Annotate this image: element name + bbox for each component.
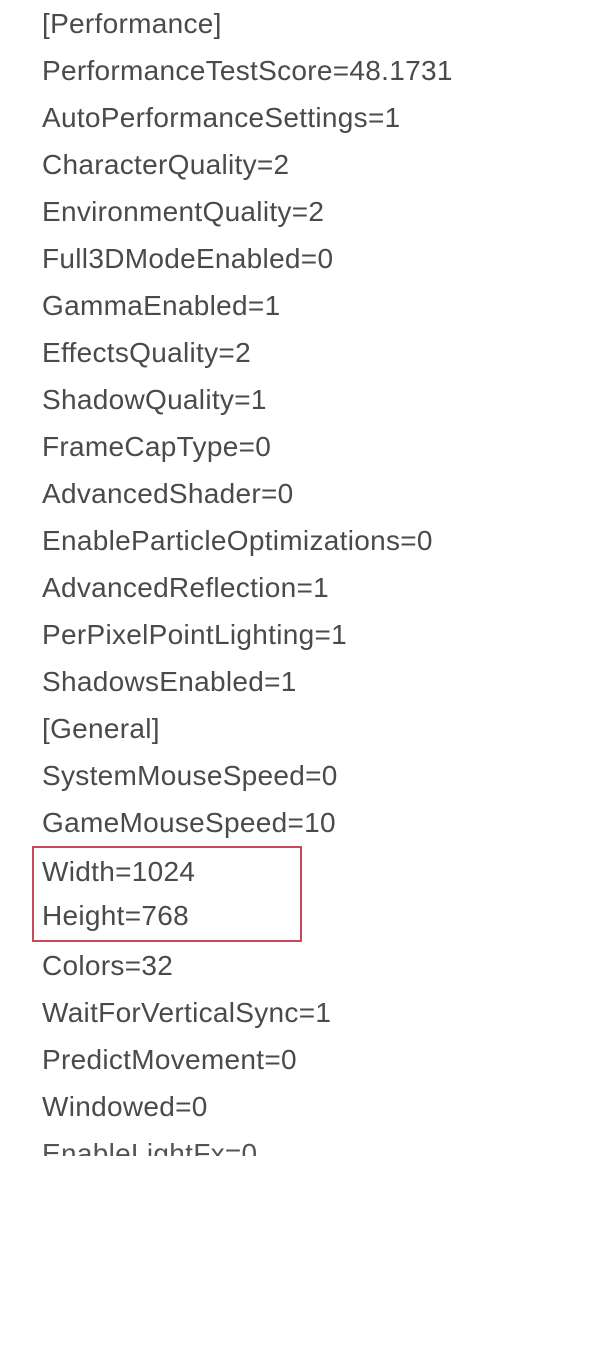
- config-line: Colors=32: [42, 942, 600, 989]
- config-line: WaitForVerticalSync=1: [42, 989, 600, 1036]
- config-line: AutoPerformanceSettings=1: [42, 94, 600, 141]
- config-line: AdvancedReflection=1: [42, 564, 600, 611]
- config-line: Windowed=0: [42, 1083, 600, 1130]
- config-line: Full3DModeEnabled=0: [42, 235, 600, 282]
- config-line: GameMouseSpeed=10: [42, 799, 600, 846]
- config-line: CharacterQuality=2: [42, 141, 600, 188]
- highlight-annotation: Width=1024 Height=768: [32, 846, 302, 942]
- config-line: PerPixelPointLighting=1: [42, 611, 600, 658]
- config-file-content: [Performance] PerformanceTestScore=48.17…: [0, 0, 600, 1156]
- config-line: PerformanceTestScore=48.1731: [42, 47, 600, 94]
- config-line: EnableParticleOptimizations=0: [42, 517, 600, 564]
- config-line-highlighted: Width=1024: [42, 850, 300, 894]
- config-line: FrameCapType=0: [42, 423, 600, 470]
- config-line: PredictMovement=0: [42, 1036, 600, 1083]
- config-line: ShadowQuality=1: [42, 376, 600, 423]
- config-line-highlighted: Height=768: [42, 894, 300, 938]
- config-line: SystemMouseSpeed=0: [42, 752, 600, 799]
- config-line: [Performance]: [42, 0, 600, 47]
- config-line: [General]: [42, 705, 600, 752]
- config-line: EffectsQuality=2: [42, 329, 600, 376]
- config-line: GammaEnabled=1: [42, 282, 600, 329]
- config-line: ShadowsEnabled=1: [42, 658, 600, 705]
- config-line: AdvancedShader=0: [42, 470, 600, 517]
- config-line: EnvironmentQuality=2: [42, 188, 600, 235]
- config-line-partial: EnableLightFx=0: [42, 1130, 600, 1156]
